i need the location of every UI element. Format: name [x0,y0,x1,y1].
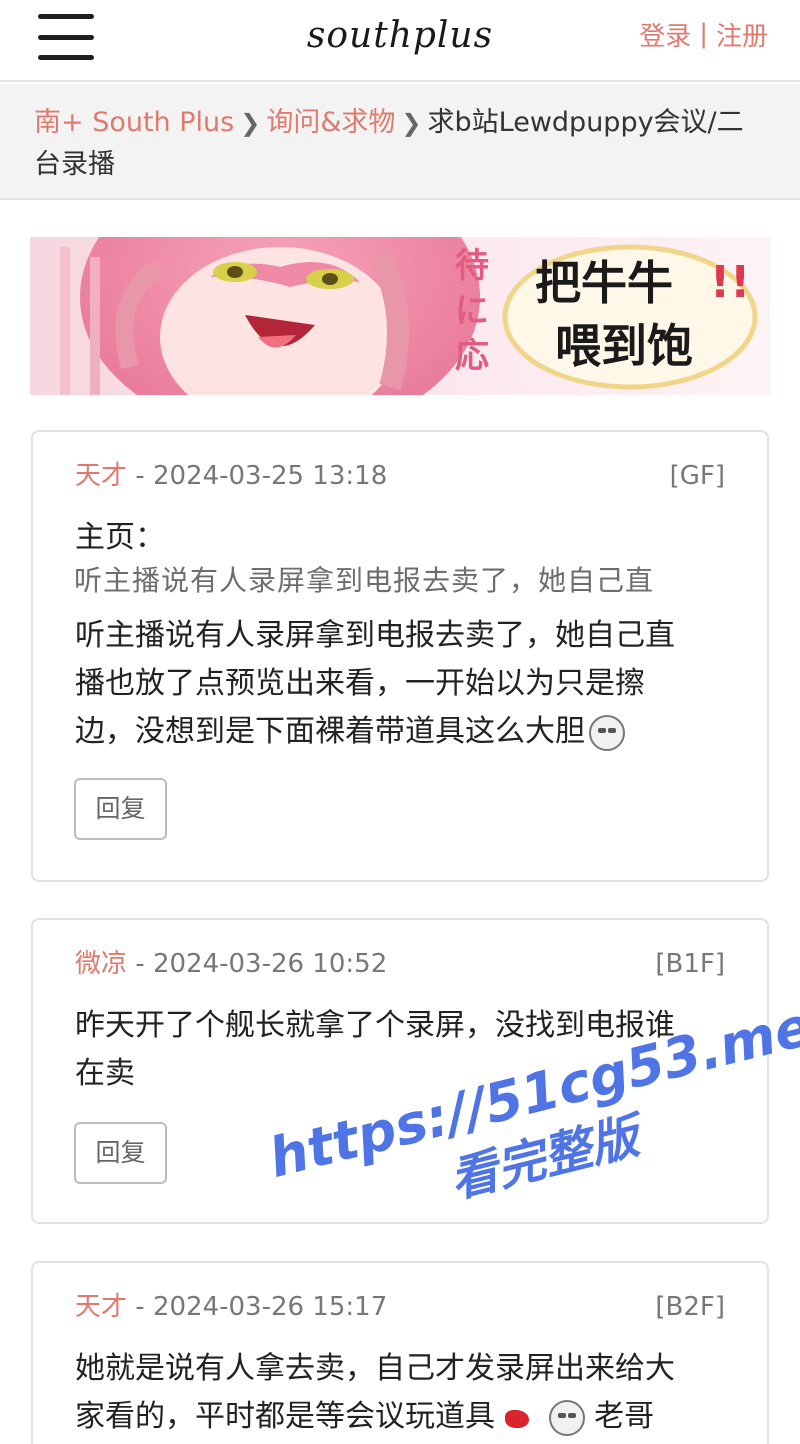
meta-separator: - [135,949,153,979]
post-line: 在卖 [75,1056,135,1091]
svg-text:喂到饱: 喂到饱 [555,319,693,373]
svg-text:待: 待 [455,246,489,286]
post-line: 播也放了点预览出来看，一开始以为只是擦 [75,666,645,701]
chevron-right-icon: ❯ [401,109,422,137]
post-line-text: 家看的，平时都是等会议玩道具 [75,1399,495,1434]
reply-button[interactable]: 回复 [74,778,167,840]
post-line-text: 边，没想到是下面裸着带道具这么大胆 [75,714,585,749]
post-author[interactable]: 天才 [75,461,127,491]
ad-banner[interactable]: 待 に 応 把牛牛 喂到饱 !! [30,237,770,395]
post-author[interactable]: 天才 [75,1292,127,1322]
post-line: 听主播说有人录屏拿到电报去卖了，她自己直 [75,618,675,653]
breadcrumb: 南+ South Plus ❯ 询问&求物 ❯ 求b站Lewdpuppy会议/二台录播 [0,84,800,200]
blood-splatter-icon [504,1402,545,1434]
register-link[interactable]: 注册 [716,16,768,53]
post-line: 昨天开了个舰长就拿了个录屏，没找到电报谁 [75,1008,675,1043]
breadcrumb-home-link[interactable]: 南+ South Plus [34,107,234,138]
post-datetime: 2024-03-26 10:52 [152,949,388,979]
login-link[interactable]: 登录 [639,16,691,53]
post-line: 主页： [75,520,165,555]
post-author[interactable]: 微凉 [75,949,127,979]
post-body: 主页： 听主播说有人录屏拿到电报去卖了，她自己直 播也放了点预览出来看，一开始以… [75,514,725,756]
emoji-icon [548,1399,585,1436]
post-line-text: 老哥 [594,1399,655,1434]
post-line: 边，没想到是下面裸着带道具这么大胆 [75,708,725,756]
site-logo[interactable]: southplus [300,8,500,64]
post-datetime: 2024-03-26 15:17 [152,1292,388,1322]
post-card: 微凉 - 2024-03-26 10:52 [B1F] 昨天开了个舰长就拿了个录… [31,918,769,1224]
post-body: 她就是说有人拿去卖，自己才发录屏出来给大 家看的，平时都是等会议玩道具 老哥 [75,1345,725,1441]
chevron-right-icon: ❯ [240,109,261,137]
post-floor: [B1F] [655,949,725,979]
svg-text:に: に [455,291,489,331]
top-navbar: southplus 登录 | 注册 [0,0,800,82]
post-card: 天才 - 2024-03-25 13:18 [GF] 主页： 听主播说有人录屏拿… [31,430,769,882]
post-card: 天才 - 2024-03-26 15:17 [B2F] 她就是说有人拿去卖，自己… [31,1261,769,1444]
post-meta: 天才 - 2024-03-26 15:17 [B2F] [75,1287,725,1327]
post-line: 她就是说有人拿去卖，自己才发录屏出来给大 [75,1351,675,1386]
emoji-icon [589,714,625,751]
post-line: 家看的，平时都是等会议玩道具 老哥 [75,1393,725,1441]
post-meta: 微凉 - 2024-03-26 10:52 [B1F] [75,944,725,984]
post-body: 昨天开了个舰长就拿了个录屏，没找到电报谁 在卖 [75,1002,725,1098]
breadcrumb-forum-link[interactable]: 询问&求物 [266,107,395,138]
auth-links: 登录 | 注册 [639,16,768,52]
svg-text:把牛牛: 把牛牛 [535,256,673,310]
post-datetime: 2024-03-25 13:18 [152,461,388,491]
svg-text:!!: !! [710,257,750,308]
reply-button[interactable]: 回复 [74,1122,167,1184]
menu-icon[interactable] [38,14,94,60]
post-meta: 天才 - 2024-03-25 13:18 [GF] [75,456,725,496]
meta-separator: - [135,461,153,491]
meta-separator: - [135,1292,153,1322]
svg-text:応: 応 [455,336,489,376]
overlay-text: 听主播说有人录屏拿到电报去卖了，她自己直 [74,564,655,597]
auth-separator: | [699,19,708,49]
post-floor: [B2F] [655,1292,725,1322]
post-floor: [GF] [669,461,725,491]
